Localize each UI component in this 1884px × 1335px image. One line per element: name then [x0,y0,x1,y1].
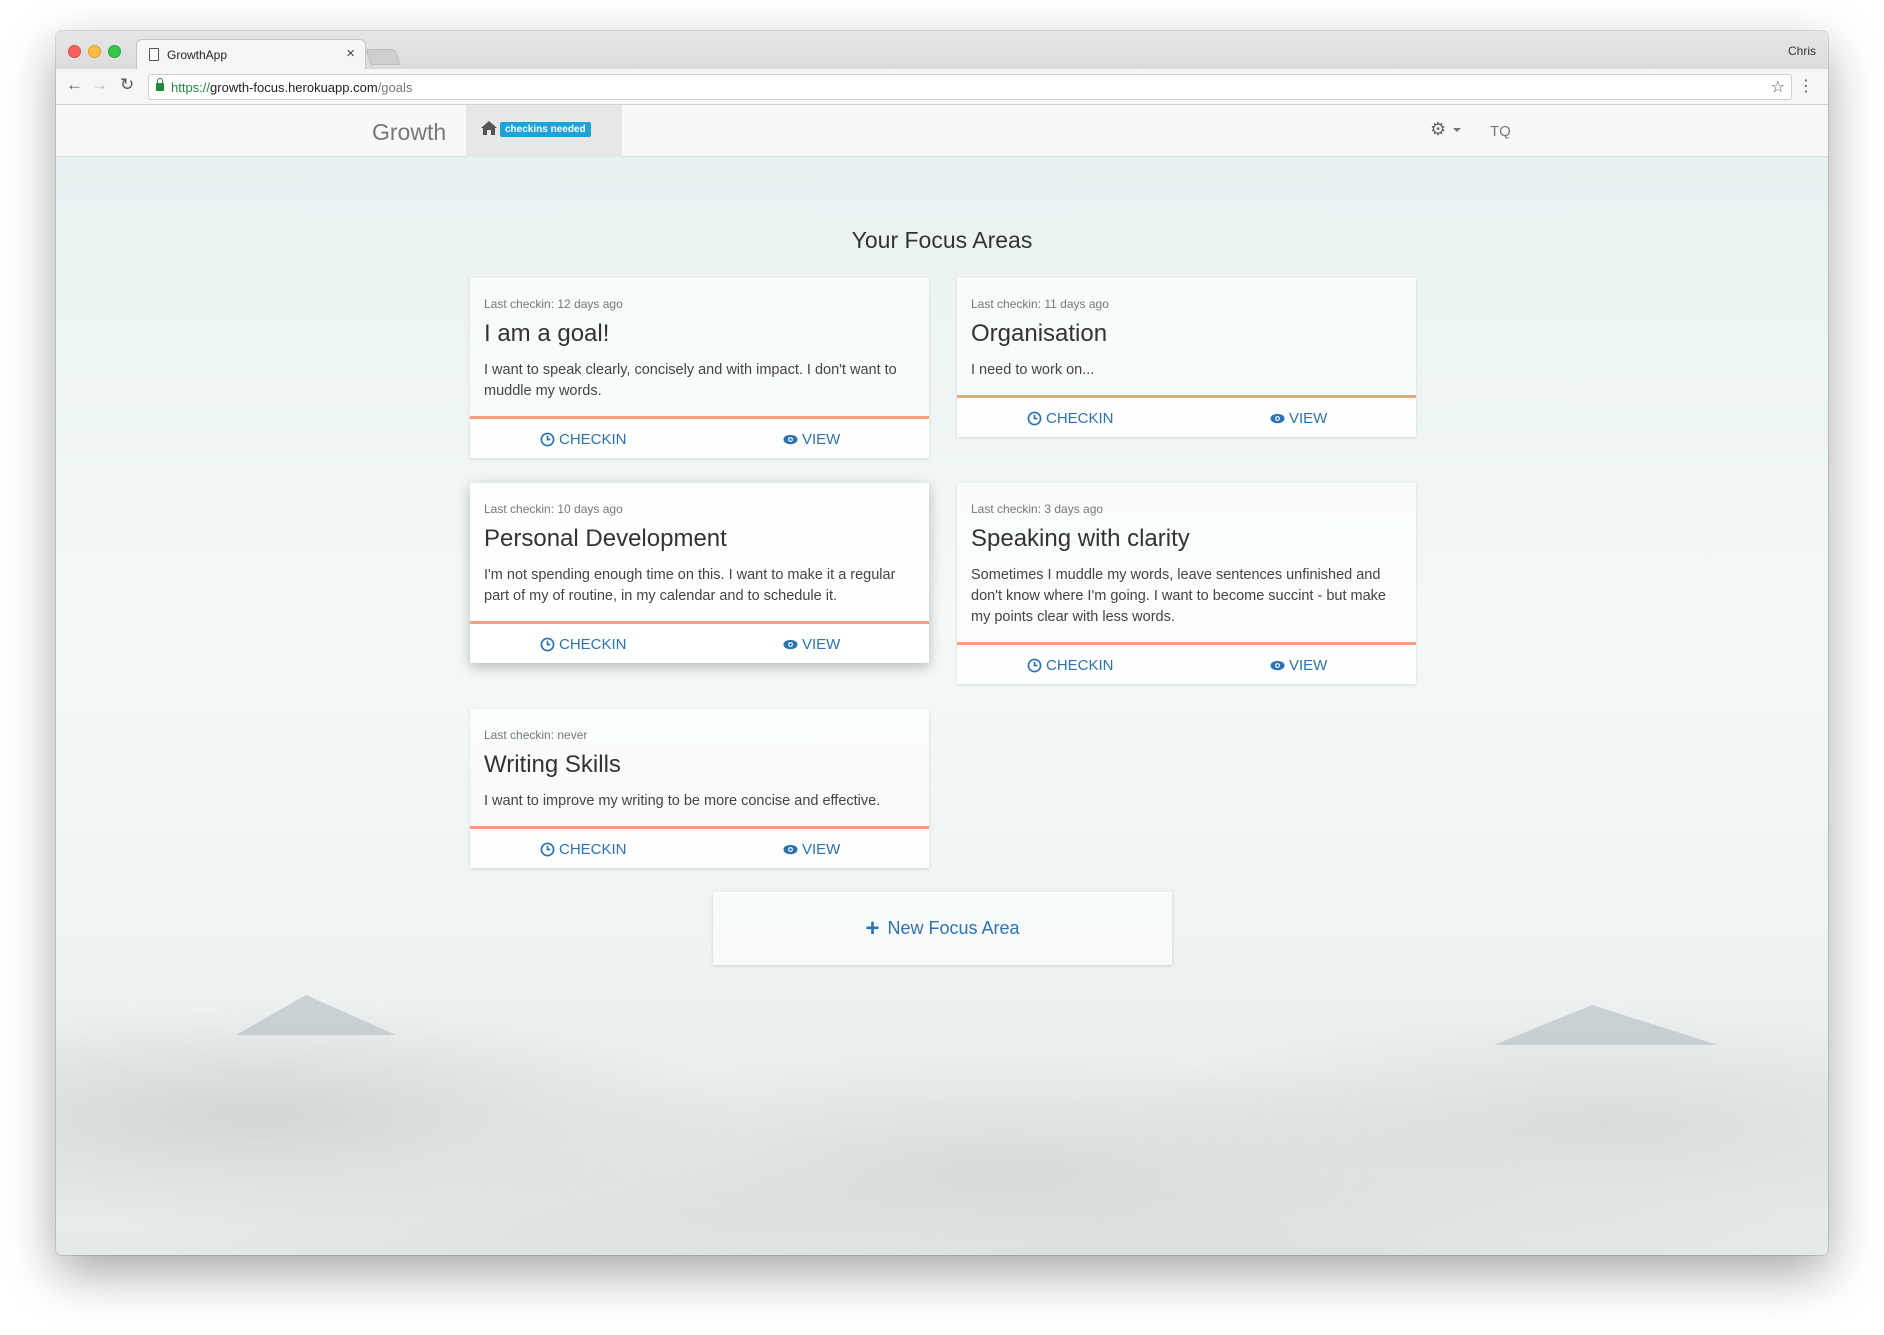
bookmark-star-icon[interactable]: ☆ [1771,77,1785,97]
eye-icon [1270,660,1285,671]
user-link[interactable]: TQ [1490,123,1511,140]
brand-link[interactable]: Growth [372,119,446,146]
browser-toolbar: ← → ↻ https://growth-focus.herokuapp.com… [56,69,1828,105]
lock-icon [156,78,164,91]
goal-title: Organisation [971,320,1108,347]
new-focus-area-button[interactable]: + New Focus Area [713,892,1172,965]
checkin-button[interactable]: CHECKIN [1027,657,1114,674]
goal-card: Last checkin: never Writing Skills I wan… [470,709,929,868]
clock-icon [540,432,555,447]
eye-icon [1270,413,1285,424]
app-navbar: Growth checkins needed ⚙ TQ [56,105,1828,157]
eye-icon [783,639,798,650]
nav-home[interactable]: checkins needed [466,105,622,157]
clock-icon [1027,411,1042,426]
view-button[interactable]: VIEW [1270,410,1327,427]
clock-icon [540,637,555,652]
address-bar[interactable]: https://growth-focus.herokuapp.com/goals… [148,74,1792,100]
goal-description: I want to improve my writing to be more … [484,793,881,809]
view-button[interactable]: VIEW [783,636,840,653]
goal-title: Speaking with clarity [971,525,1190,552]
background-mountain [1494,1005,1718,1045]
profile-name[interactable]: Chris [1788,44,1816,58]
new-tab-button[interactable] [365,49,401,65]
clock-icon [540,842,555,857]
goal-description: I need to work on... [971,362,1095,378]
last-checkin: Last checkin: never [484,728,588,742]
browser-window: GrowthApp × Chris ← → ↻ https://growth-f… [56,31,1828,1255]
page-icon [149,48,159,61]
reload-icon[interactable]: ↻ [120,75,134,95]
back-arrow-icon[interactable]: ← [66,75,83,95]
plus-icon: + [865,914,880,942]
gear-icon[interactable]: ⚙ [1430,119,1446,140]
tab-strip: GrowthApp × Chris [56,31,1828,69]
goal-card: Last checkin: 3 days ago Speaking with c… [957,483,1416,684]
checkin-button[interactable]: CHECKIN [1027,410,1114,427]
card-actions: CHECKIN VIEW [470,416,929,458]
browser-tab[interactable]: GrowthApp × [136,39,366,69]
home-icon [481,121,497,135]
eye-icon [783,434,798,445]
eye-icon [783,844,798,855]
url-text[interactable]: https://growth-focus.herokuapp.com/goals [171,80,412,95]
forward-arrow-icon[interactable]: → [91,75,108,95]
goal-card: Last checkin: 12 days ago I am a goal! I… [470,278,929,458]
view-button[interactable]: VIEW [783,431,840,448]
background-mountain [236,995,396,1035]
goal-card: Last checkin: 11 days ago Organisation I… [957,278,1416,437]
last-checkin: Last checkin: 11 days ago [971,297,1109,311]
clock-icon [1027,658,1042,673]
tab-title: GrowthApp [167,48,228,62]
app-viewport: Growth checkins needed ⚙ TQ Your Focus A… [56,105,1828,1255]
last-checkin: Last checkin: 3 days ago [971,502,1104,516]
close-window-button[interactable] [68,45,81,58]
last-checkin: Last checkin: 12 days ago [484,297,623,311]
goal-description: I'm not spending enough time on this. I … [484,567,896,604]
goal-description: I want to speak clearly, concisely and w… [484,362,897,399]
view-button[interactable]: VIEW [783,841,840,858]
checkin-button[interactable]: CHECKIN [540,841,627,858]
card-actions: CHECKIN VIEW [470,621,929,663]
checkin-button[interactable]: CHECKIN [540,431,627,448]
new-focus-area-label: New Focus Area [887,918,1020,938]
goal-description: Sometimes I muddle my words, leave sente… [971,567,1386,625]
close-tab-icon[interactable]: × [346,45,355,62]
browser-menu-icon[interactable]: ⋮ [1798,76,1814,96]
page-title: Your Focus Areas [851,227,1033,253]
goal-title: Writing Skills [484,751,621,778]
minimize-window-button[interactable] [88,45,101,58]
goal-title: Personal Development [484,525,727,552]
chevron-down-icon[interactable] [1453,128,1461,132]
card-actions: CHECKIN VIEW [470,826,929,868]
card-actions: CHECKIN VIEW [957,642,1416,684]
checkins-badge: checkins needed [500,122,591,137]
last-checkin: Last checkin: 10 days ago [484,502,623,516]
goal-card: Last checkin: 10 days ago Personal Devel… [470,483,929,663]
checkin-button[interactable]: CHECKIN [540,636,627,653]
view-button[interactable]: VIEW [1270,657,1327,674]
card-actions: CHECKIN VIEW [957,395,1416,437]
goal-title: I am a goal! [484,320,610,347]
maximize-window-button[interactable] [108,45,121,58]
